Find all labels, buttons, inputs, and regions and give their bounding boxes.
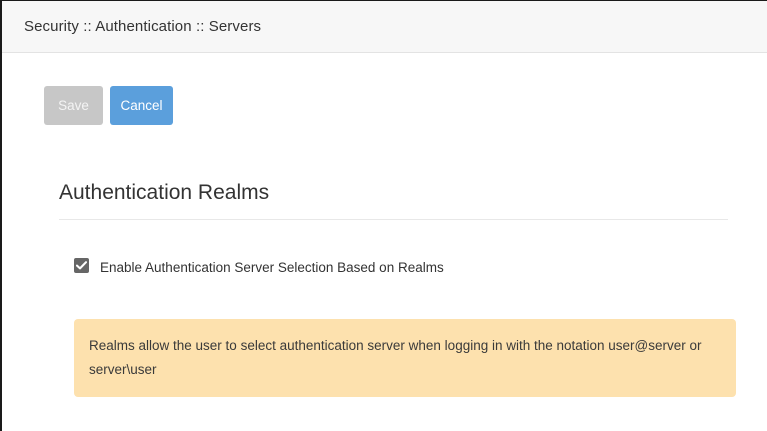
realms-checkbox[interactable] — [74, 258, 89, 273]
page-frame: Security :: Authentication :: Servers Sa… — [0, 0, 767, 431]
save-button[interactable]: Save — [44, 86, 103, 125]
section-divider — [59, 219, 728, 220]
checkmark-icon — [76, 261, 87, 270]
section-title: Authentication Realms — [59, 181, 270, 204]
breadcrumb: Security :: Authentication :: Servers — [24, 18, 262, 35]
page-header: Security :: Authentication :: Servers — [2, 1, 767, 53]
info-alert: Realms allow the user to select authenti… — [74, 319, 736, 397]
realms-checkbox-label[interactable]: Enable Authentication Server Selection B… — [100, 260, 444, 275]
realms-checkbox-row[interactable]: Enable Authentication Server Selection B… — [74, 258, 444, 275]
info-alert-text: Realms allow the user to select authenti… — [89, 338, 702, 377]
cancel-button[interactable]: Cancel — [110, 86, 173, 125]
